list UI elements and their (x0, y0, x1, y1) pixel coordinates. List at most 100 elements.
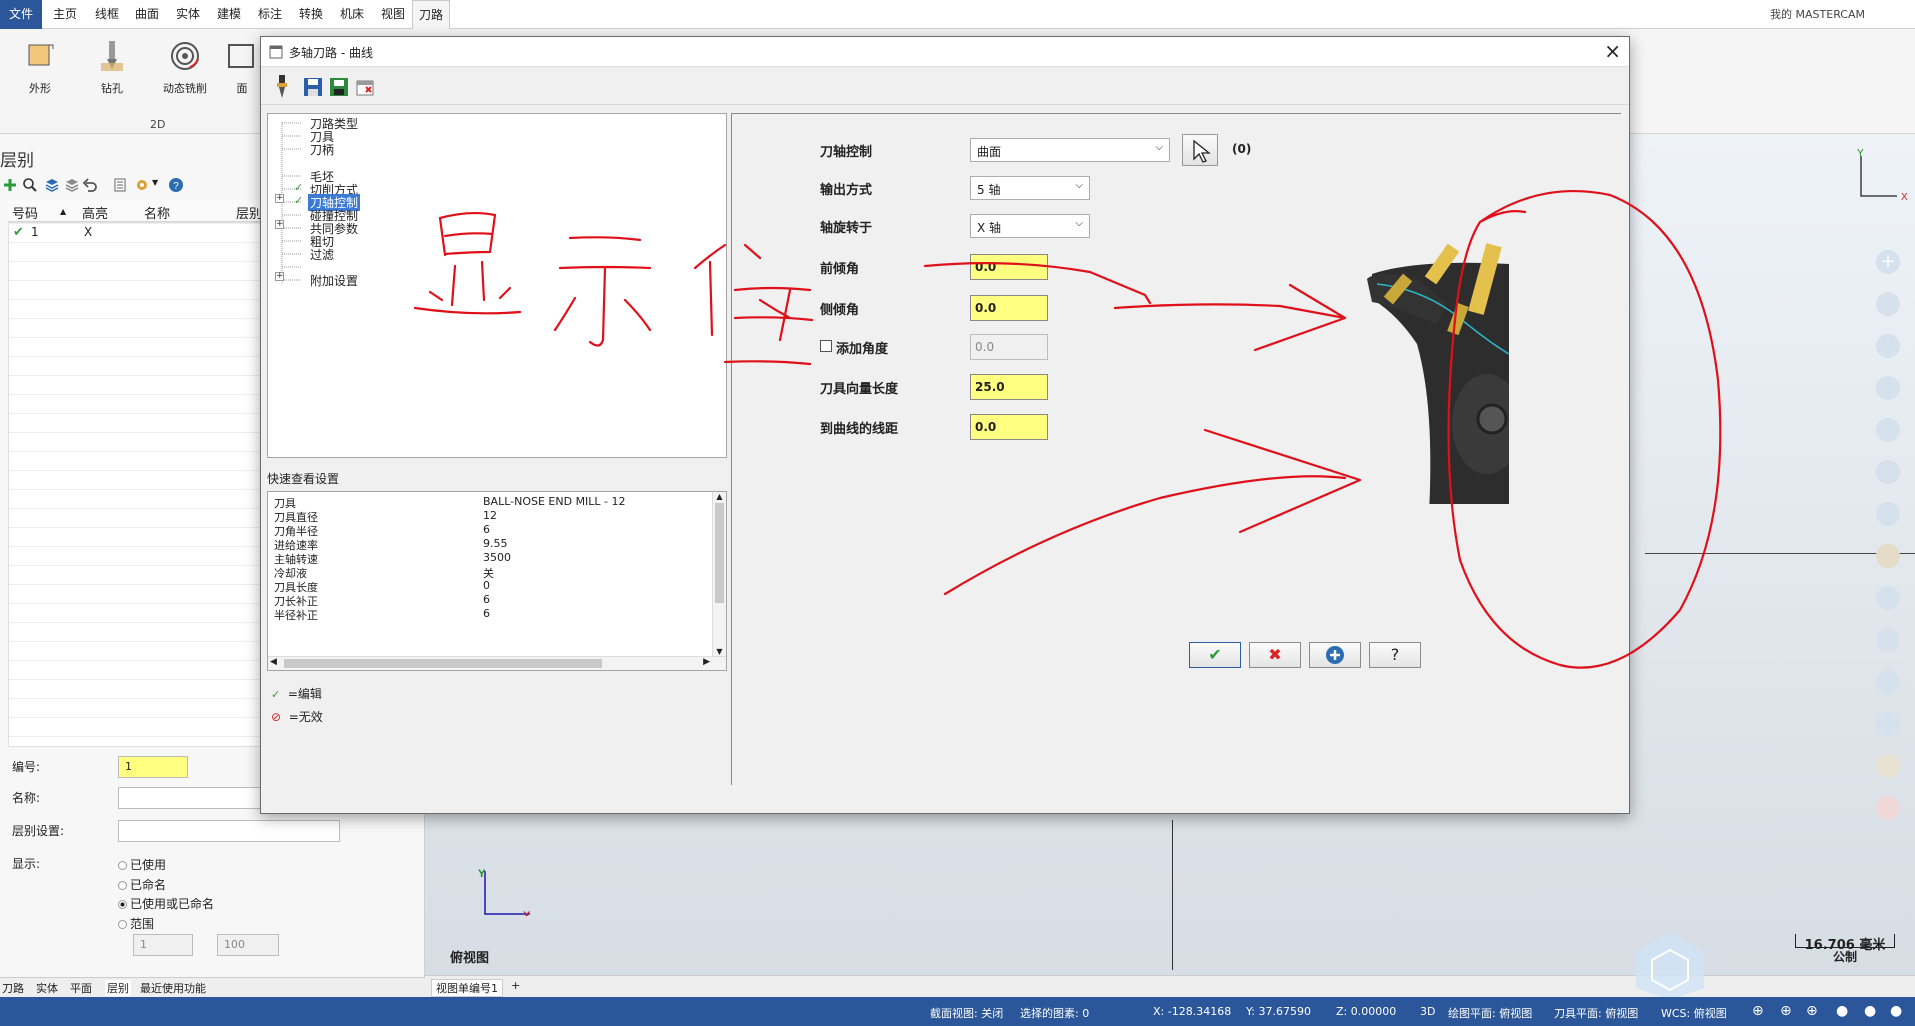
expand-icon[interactable]: + (275, 272, 284, 281)
parameter-tree[interactable]: 刀路类型 刀具 刀柄 毛坯 ✓ 切削方式 + ✓ 刀轴控制 碰撞控制 + 共同参… (267, 113, 727, 458)
tab-machine[interactable]: 机床 (335, 0, 369, 29)
no-icon[interactable] (1876, 796, 1900, 820)
curve-icon[interactable] (1876, 376, 1900, 400)
select-button[interactable] (1182, 134, 1218, 166)
fit-icon[interactable] (1876, 292, 1900, 316)
zoom-in-icon[interactable]: + (1876, 250, 1900, 274)
hscroll-thumb[interactable] (284, 659, 602, 668)
gear-dropdown-icon[interactable]: ▼ (152, 178, 158, 187)
measure-icon[interactable] (1876, 460, 1900, 484)
tree-item-filter[interactable]: 过滤 (310, 246, 334, 263)
add-angle-checkbox[interactable] (820, 340, 832, 352)
tab-surfaces[interactable]: 曲面 (130, 0, 164, 29)
vertical-scrollbar[interactable]: ▲ ▼ (712, 492, 726, 656)
radio-range[interactable]: 范围 (118, 915, 154, 932)
tab-model-prep[interactable]: 建模 (212, 0, 246, 29)
search-icon[interactable] (22, 177, 38, 193)
section-view-status[interactable]: 截面视图: 关闭 (930, 1005, 1003, 1021)
drill-button[interactable]: 钻孔 (77, 39, 147, 96)
tool-vector-length-input[interactable]: 25.0 (970, 374, 1048, 400)
dynamic-mill-button[interactable]: 动态铣削 (150, 39, 220, 96)
scroll-thumb[interactable] (715, 503, 724, 603)
tab-file[interactable]: 文件 (0, 0, 42, 29)
undo-icon[interactable] (82, 177, 98, 193)
sort-icon[interactable]: ▲ (60, 207, 66, 216)
horizontal-scrollbar[interactable]: ◀ ▶ (268, 656, 726, 670)
range-from-field[interactable]: 1 (133, 934, 193, 956)
ok-button[interactable]: ✔ (1189, 642, 1241, 668)
view-icon[interactable] (1876, 418, 1900, 442)
visible-check-icon[interactable]: ✔ (13, 225, 24, 240)
contour-button[interactable]: 外形 (5, 39, 75, 96)
quick-view-settings[interactable]: 刀具 BALL-NOSE END MILL - 12 刀具直径 12 刀角半径 6 进给速率… (267, 491, 727, 671)
tree-item-misc-values[interactable]: 附加设置 (310, 272, 358, 289)
layer-icon[interactable] (1876, 712, 1900, 736)
radio-used[interactable]: 已使用 (118, 856, 166, 873)
analyze-icon[interactable] (1876, 502, 1900, 526)
column-level-set[interactable]: 层别 (236, 203, 262, 222)
distance-to-curve-input[interactable]: 0.0 (970, 414, 1048, 440)
tab-view[interactable]: 视图 (376, 0, 410, 29)
view-sheet-tab[interactable]: 视图单编号1 (431, 979, 503, 997)
globe-3-icon[interactable]: ⊕ (1806, 1003, 1818, 1019)
save-icon[interactable] (303, 77, 323, 97)
output-format-dropdown[interactable]: 5 轴 ⌵ (970, 176, 1090, 200)
lead-angle-input[interactable]: 0.0 (970, 254, 1048, 280)
layers-icon[interactable] (44, 177, 60, 193)
axis-rotation-dropdown[interactable]: X 轴 ⌵ (970, 214, 1090, 238)
tab-wireframe[interactable]: 线框 (90, 0, 124, 29)
globe-icon[interactable]: ⊕ (1752, 1003, 1764, 1019)
tab-toolpaths[interactable]: 刀路 (412, 0, 450, 29)
tab-solids-manager[interactable]: 实体 (36, 980, 58, 996)
face-button[interactable]: 面 (222, 39, 262, 96)
list-icon[interactable] (112, 177, 128, 193)
tab-drafting[interactable]: 标注 (253, 0, 287, 29)
shading-2-icon[interactable]: ● (1864, 1003, 1876, 1019)
expand-icon[interactable]: + (275, 220, 284, 229)
circle-icon[interactable] (1876, 334, 1900, 358)
range-to-field[interactable]: 100 (217, 934, 279, 956)
tab-levels-manager[interactable]: 层别 (105, 980, 131, 996)
save-library-icon[interactable] (329, 77, 349, 97)
scroll-left-icon[interactable]: ◀ (270, 657, 277, 667)
apply-button[interactable] (1309, 642, 1361, 668)
mode-3d[interactable]: 3D (1420, 1005, 1435, 1018)
scroll-right-icon[interactable]: ▶ (703, 657, 710, 667)
tab-solids[interactable]: 实体 (171, 0, 205, 29)
shading-icon[interactable]: ● (1836, 1003, 1848, 1019)
scroll-down-icon[interactable]: ▼ (713, 647, 726, 656)
gear-icon[interactable] (134, 177, 150, 193)
tab-home[interactable]: 主页 (48, 0, 82, 29)
column-number[interactable]: 号码 (12, 203, 38, 222)
clear-icon[interactable] (1876, 670, 1900, 694)
add-angle-input[interactable]: 0.0 (970, 334, 1048, 360)
tab-recent-functions[interactable]: 最近使用功能 (140, 980, 206, 996)
number-field[interactable]: 1 (118, 756, 188, 778)
tab-transform[interactable]: 转换 (294, 0, 328, 29)
settings-icon[interactable] (1876, 754, 1900, 778)
level-set-field[interactable] (118, 820, 340, 842)
color-icon[interactable] (1876, 628, 1900, 652)
tool-plane[interactable]: 刀具平面: 俯视图 (1554, 1005, 1638, 1021)
globe-2-icon[interactable]: ⊕ (1780, 1003, 1792, 1019)
column-name[interactable]: 名称 (144, 203, 170, 222)
help-button[interactable]: ? (1369, 642, 1421, 668)
shading-3-icon[interactable]: ● (1890, 1003, 1902, 1019)
close-icon[interactable]: × (1604, 39, 1621, 63)
account-label[interactable]: 我的 MASTERCAM (1770, 0, 1865, 29)
tab-toolpaths-manager[interactable]: 刀路 (2, 980, 24, 996)
radio-named[interactable]: 已命名 (118, 876, 166, 893)
tool-icon[interactable] (273, 75, 291, 99)
cancel-button[interactable]: ✖ (1249, 642, 1301, 668)
wcs-status[interactable]: WCS: 俯视图 (1661, 1005, 1727, 1021)
expand-icon[interactable]: + (275, 194, 284, 203)
radio-used-or-named[interactable]: 已使用或已命名 (118, 895, 214, 912)
add-icon[interactable] (2, 177, 18, 193)
level-highlight[interactable]: X (84, 225, 92, 239)
tab-planes-manager[interactable]: 平面 (70, 980, 92, 996)
axis-control-dropdown[interactable]: 曲面 ⌵ (970, 138, 1170, 162)
help-icon[interactable]: ? (168, 177, 184, 193)
scroll-up-icon[interactable]: ▲ (713, 492, 726, 501)
solid-icon[interactable] (1876, 544, 1900, 568)
shade-icon[interactable] (1876, 586, 1900, 610)
